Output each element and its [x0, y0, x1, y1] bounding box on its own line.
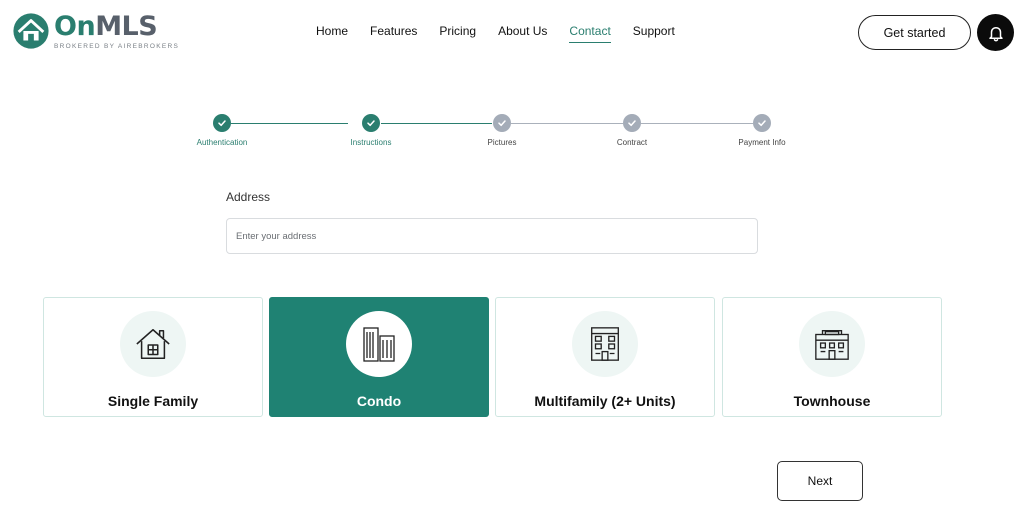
card-label: Multifamily (2+ Units) — [534, 393, 676, 409]
brand-mls: MLS — [95, 11, 158, 42]
step-label: Pictures — [487, 138, 517, 147]
step-instructions: Instructions — [311, 114, 431, 147]
logo[interactable]: OnMLS BROKERED BY AIREBROKERS — [12, 12, 179, 50]
progress-stepper: Authentication Instructions Pictures Con… — [0, 112, 1024, 152]
address-label: Address — [226, 190, 271, 204]
property-type-condo[interactable]: Condo — [269, 297, 489, 417]
step-label: Contract — [616, 138, 648, 147]
step-dot — [213, 114, 231, 132]
step-dot — [623, 114, 641, 132]
brand-on: On — [54, 11, 96, 42]
next-button[interactable]: Next — [777, 461, 863, 501]
nav-pricing[interactable]: Pricing — [439, 24, 476, 43]
check-icon — [498, 120, 506, 127]
step-dot — [493, 114, 511, 132]
bell-icon — [988, 26, 1003, 42]
step-payment-info: Payment Info — [702, 114, 822, 147]
nav-features[interactable]: Features — [370, 24, 417, 43]
step-dot — [753, 114, 771, 132]
card-label: Condo — [356, 393, 402, 409]
condo-buildings-icon — [363, 327, 395, 362]
check-icon — [758, 120, 766, 127]
icon-circle — [120, 311, 186, 377]
icon-circle — [572, 311, 638, 377]
address-input[interactable] — [226, 218, 758, 254]
townhouse-icon — [815, 330, 849, 360]
get-started-button[interactable]: Get started — [858, 15, 971, 50]
notifications-button[interactable] — [977, 14, 1014, 51]
step-contract: Contract — [572, 114, 692, 147]
step-authentication: Authentication — [162, 114, 282, 147]
check-icon — [218, 120, 226, 127]
check-icon — [367, 120, 375, 127]
property-type-multifamily[interactable]: Multifamily (2+ Units) — [495, 297, 715, 417]
brand-name: OnMLS — [54, 12, 179, 42]
nav-support[interactable]: Support — [633, 24, 675, 43]
page: OnMLS BROKERED BY AIREBROKERS Home Featu… — [0, 0, 1024, 517]
property-type-single-family[interactable]: Single Family — [43, 297, 263, 417]
brand-tagline: BROKERED BY AIREBROKERS — [54, 43, 180, 50]
apartment-building-icon — [591, 327, 619, 361]
logo-house-icon — [13, 13, 49, 49]
house-icon — [136, 328, 170, 360]
icon-circle — [799, 311, 865, 377]
step-dot — [362, 114, 380, 132]
step-label: Instructions — [350, 138, 392, 147]
card-label: Single Family — [107, 393, 199, 409]
icon-circle — [346, 311, 412, 377]
check-icon — [628, 120, 636, 127]
card-label: Townhouse — [793, 393, 871, 409]
main-nav: Home Features Pricing About Us Contact S… — [305, 24, 686, 43]
nav-home[interactable]: Home — [316, 24, 348, 43]
step-label: Authentication — [196, 138, 248, 147]
nav-about-us[interactable]: About Us — [498, 24, 547, 43]
step-label: Payment Info — [738, 138, 786, 147]
step-pictures: Pictures — [442, 114, 562, 147]
property-type-townhouse[interactable]: Townhouse — [722, 297, 942, 417]
nav-contact[interactable]: Contact — [569, 24, 611, 43]
